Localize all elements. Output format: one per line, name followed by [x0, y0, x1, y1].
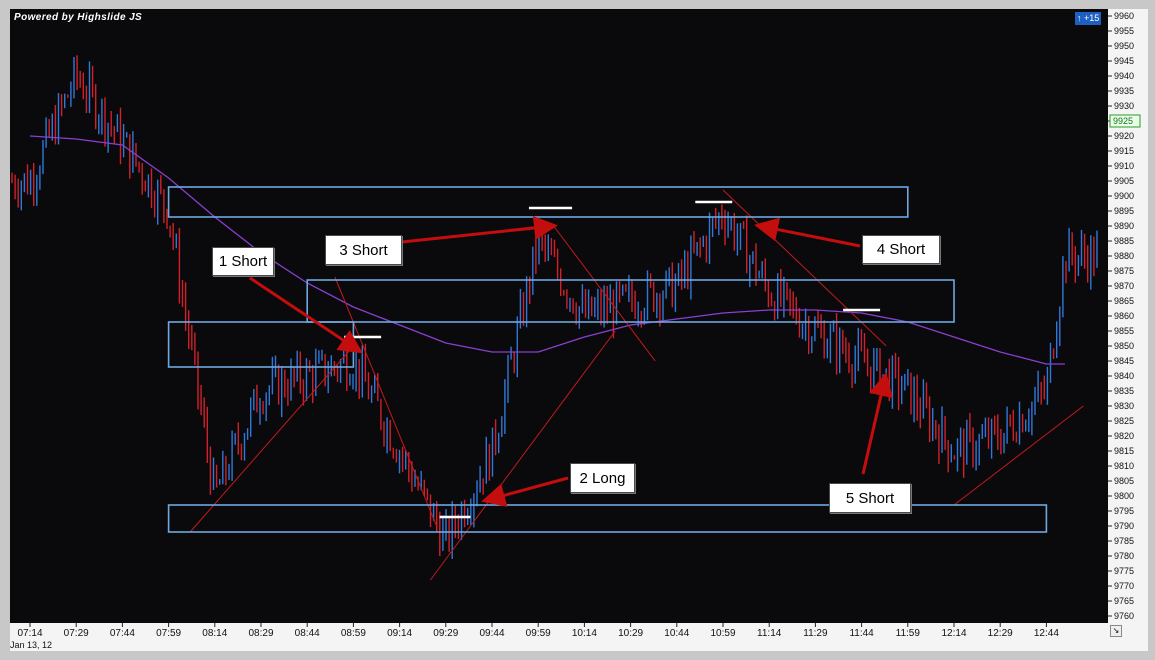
x-tick-label: 11:44: [849, 628, 874, 639]
y-tick-label: 9850: [1114, 341, 1134, 351]
y-tick-label: 9915: [1114, 146, 1134, 156]
y-tick-label: 9865: [1114, 296, 1134, 306]
callout-5-short: 5 Short: [829, 483, 911, 513]
y-tick-label: 9775: [1114, 566, 1134, 576]
zone-box: [167, 186, 909, 218]
y-tick-label: 9950: [1114, 41, 1134, 51]
y-tick-label: 9955: [1114, 26, 1134, 36]
y-tick-label: 9805: [1114, 476, 1134, 486]
y-tick-label: 9870: [1114, 281, 1134, 291]
y-tick-label: 9940: [1114, 71, 1134, 81]
callout-4-short: 4 Short: [862, 235, 940, 264]
x-tick-label: 08:59: [341, 628, 366, 639]
x-tick-label: 09:59: [526, 628, 551, 639]
y-tick-label: 9765: [1114, 596, 1134, 606]
annotation-arrow: [249, 276, 363, 354]
callout-3-short: 3 Short: [325, 235, 402, 265]
y-tick-label: 9935: [1114, 86, 1134, 96]
trendline: [334, 276, 438, 527]
y-axis-ticks: 9960 9955 9950 9945 9940 9935 9930 9925 9920 9915…: [1108, 11, 1141, 621]
annotation-arrow: [481, 476, 569, 507]
y-tick-label: 9760: [1114, 611, 1134, 621]
x-tick-label: 07:59: [156, 628, 181, 639]
x-tick-label: 08:29: [248, 628, 273, 639]
y-tick-label: 9815: [1114, 446, 1134, 456]
x-tick-label: 10:29: [618, 628, 643, 639]
chart-svg: 9960 9955 9950 9945 9940 9935 9930 9925 9920 9915…: [11, 11, 1141, 639]
trendline: [553, 225, 656, 362]
x-tick-label: 11:29: [803, 628, 828, 639]
y-tick-label: 9840: [1114, 371, 1134, 381]
y-tick-label: 9875: [1114, 266, 1134, 276]
x-tick-label: 11:59: [896, 628, 921, 639]
y-tick-label: 9890: [1114, 221, 1134, 231]
y-tick-label: 9895: [1114, 206, 1134, 216]
y-tick-label: 9885: [1114, 236, 1134, 246]
current-price-label: 9925: [1113, 116, 1133, 126]
annotation-arrow: [754, 217, 861, 248]
date-label: Jan 13, 12: [10, 640, 53, 650]
annotation-arrow: [401, 215, 558, 244]
x-tick-label: 07:44: [110, 628, 135, 639]
x-tick-label: 08:14: [202, 628, 227, 639]
y-tick-label: 9910: [1114, 161, 1134, 171]
x-tick-label: 09:29: [433, 628, 458, 639]
x-tick-label: 12:29: [988, 628, 1013, 639]
y-tick-label: 9820: [1114, 431, 1134, 441]
x-tick-label: 10:44: [664, 628, 689, 639]
y-tick-label: 9825: [1114, 416, 1134, 426]
y-tick-label: 9880: [1114, 251, 1134, 261]
y-tick-label: 9830: [1114, 401, 1134, 411]
price-bars: [11, 55, 1098, 559]
y-tick-label: 9930: [1114, 101, 1134, 111]
callout-2-long: 2 Long: [570, 463, 635, 493]
y-tick-label: 9835: [1114, 386, 1134, 396]
x-tick-label: 07:14: [17, 628, 42, 639]
trendline: [429, 330, 616, 581]
y-tick-label: 9855: [1114, 326, 1134, 336]
x-axis-ticks: 07:14 07:29 07:44 07:59 08:14 08:29 08:44 08:59…: [17, 623, 1059, 639]
y-tick-label: 9945: [1114, 56, 1134, 66]
y-tick-label: 9795: [1114, 506, 1134, 516]
y-tick-label: 9900: [1114, 191, 1134, 201]
y-tick-label: 9770: [1114, 581, 1134, 591]
y-tick-label: 9790: [1114, 521, 1134, 531]
y-tick-label: 9960: [1114, 11, 1134, 21]
x-tick-label: 10:14: [572, 628, 597, 639]
callout-1-short: 1 Short: [212, 247, 274, 276]
resize-grip-icon[interactable]: ↘: [1110, 625, 1122, 637]
x-tick-label: 08:44: [295, 628, 320, 639]
y-tick-label: 9905: [1114, 176, 1134, 186]
x-tick-label: 11:14: [757, 628, 782, 639]
annotation-arrow: [861, 372, 893, 475]
x-tick-label: 10:59: [710, 628, 735, 639]
powered-by-label: Powered by Highslide JS: [14, 12, 143, 23]
x-tick-label: 09:14: [387, 628, 412, 639]
x-tick-label: 12:14: [941, 628, 966, 639]
scroll-indicator-tag[interactable]: ↑ +15: [1075, 12, 1102, 25]
zone-box: [167, 504, 1048, 533]
zone-box: [306, 279, 955, 323]
x-tick-label: 09:44: [479, 628, 504, 639]
chart-window: 9960 9955 9950 9945 9940 9935 9930 9925 9920 9915…: [0, 0, 1155, 660]
y-tick-label: 9800: [1114, 491, 1134, 501]
x-tick-label: 07:29: [64, 628, 89, 639]
y-tick-label: 9780: [1114, 551, 1134, 561]
y-tick-label: 9785: [1114, 536, 1134, 546]
y-tick-label: 9810: [1114, 461, 1134, 471]
y-tick-label: 9845: [1114, 356, 1134, 366]
y-tick-label: 9920: [1114, 131, 1134, 141]
x-tick-label: 12:44: [1034, 628, 1059, 639]
annotation-arrows: [249, 215, 893, 507]
y-tick-label: 9860: [1114, 311, 1134, 321]
